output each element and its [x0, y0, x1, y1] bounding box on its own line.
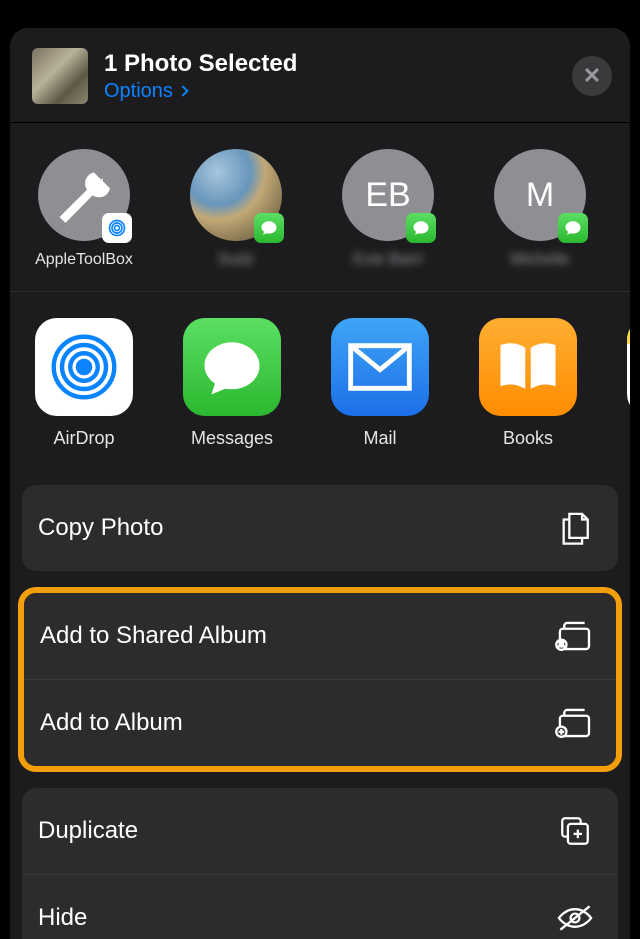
app-label: Books: [476, 428, 580, 449]
action-duplicate[interactable]: Duplicate: [22, 788, 618, 874]
action-group: Copy Photo: [22, 485, 618, 571]
app-label: Notes: [624, 428, 630, 449]
avatar-initials: EB: [365, 176, 410, 215]
messages-badge-icon: [558, 213, 588, 243]
app-airdrop[interactable]: AirDrop: [32, 318, 136, 449]
shared-album-icon: [554, 617, 592, 655]
app-label: Mail: [328, 428, 432, 449]
action-label: Add to Shared Album: [40, 622, 267, 650]
action-label: Add to Album: [40, 709, 183, 737]
contact-appletoolbox[interactable]: AppleToolBox: [30, 149, 138, 269]
app-label: AirDrop: [32, 428, 136, 449]
action-copy-photo[interactable]: Copy Photo: [22, 485, 618, 571]
options-link[interactable]: Options: [104, 80, 572, 103]
app-notes[interactable]: Notes: [624, 318, 630, 449]
avatar: [190, 149, 282, 241]
action-add-album[interactable]: Add to Album: [24, 679, 616, 766]
contact-label: Sudz: [182, 251, 290, 269]
copy-icon: [556, 509, 594, 547]
action-group: Add to Shared Album Add to Album: [24, 593, 616, 766]
options-label: Options: [104, 80, 173, 103]
hide-icon: [556, 899, 594, 937]
contact-label: Michelle: [486, 251, 594, 269]
airdrop-badge-icon: [102, 213, 132, 243]
contact-photo[interactable]: Sudz: [182, 149, 290, 269]
books-icon: [479, 318, 577, 416]
apps-row[interactable]: AirDrop Messages Mail Books Notes: [10, 291, 630, 479]
highlight-box: Add to Shared Album Add to Album: [18, 587, 622, 772]
share-sheet: 1 Photo Selected Options ✕ AppleToolBox: [10, 28, 630, 939]
header: 1 Photo Selected Options ✕: [10, 28, 630, 122]
app-books[interactable]: Books: [476, 318, 580, 449]
app-messages[interactable]: Messages: [180, 318, 284, 449]
album-icon: [554, 704, 592, 742]
close-button[interactable]: ✕: [572, 56, 612, 96]
contact-label: Evie Barri: [334, 251, 442, 269]
action-label: Hide: [38, 904, 87, 932]
contacts-row[interactable]: AppleToolBox Sudz EB Evie Barri M: [10, 123, 630, 291]
avatar: M: [494, 149, 586, 241]
actions-list: Copy Photo Add to Shared Album Add to Al…: [10, 479, 630, 939]
header-text: 1 Photo Selected Options: [104, 50, 572, 103]
duplicate-icon: [556, 812, 594, 850]
notes-icon: [627, 318, 630, 416]
header-title: 1 Photo Selected: [104, 50, 572, 78]
avatar: EB: [342, 149, 434, 241]
chevron-right-icon: [177, 85, 188, 96]
photo-thumbnail: [32, 48, 88, 104]
contact-m[interactable]: M Michelle: [486, 149, 594, 269]
messages-badge-icon: [406, 213, 436, 243]
app-label: Messages: [180, 428, 284, 449]
action-add-shared-album[interactable]: Add to Shared Album: [24, 593, 616, 679]
action-label: Duplicate: [38, 817, 138, 845]
mail-icon: [331, 318, 429, 416]
avatar-initials: M: [526, 176, 554, 215]
contact-label: AppleToolBox: [30, 251, 138, 269]
airdrop-icon: [35, 318, 133, 416]
action-hide[interactable]: Hide: [22, 874, 618, 939]
action-group: Duplicate Hide: [22, 788, 618, 939]
messages-icon: [183, 318, 281, 416]
messages-badge-icon: [254, 213, 284, 243]
action-label: Copy Photo: [38, 514, 163, 542]
contact-eb[interactable]: EB Evie Barri: [334, 149, 442, 269]
app-mail[interactable]: Mail: [328, 318, 432, 449]
avatar: [38, 149, 130, 241]
close-icon: ✕: [583, 63, 601, 89]
